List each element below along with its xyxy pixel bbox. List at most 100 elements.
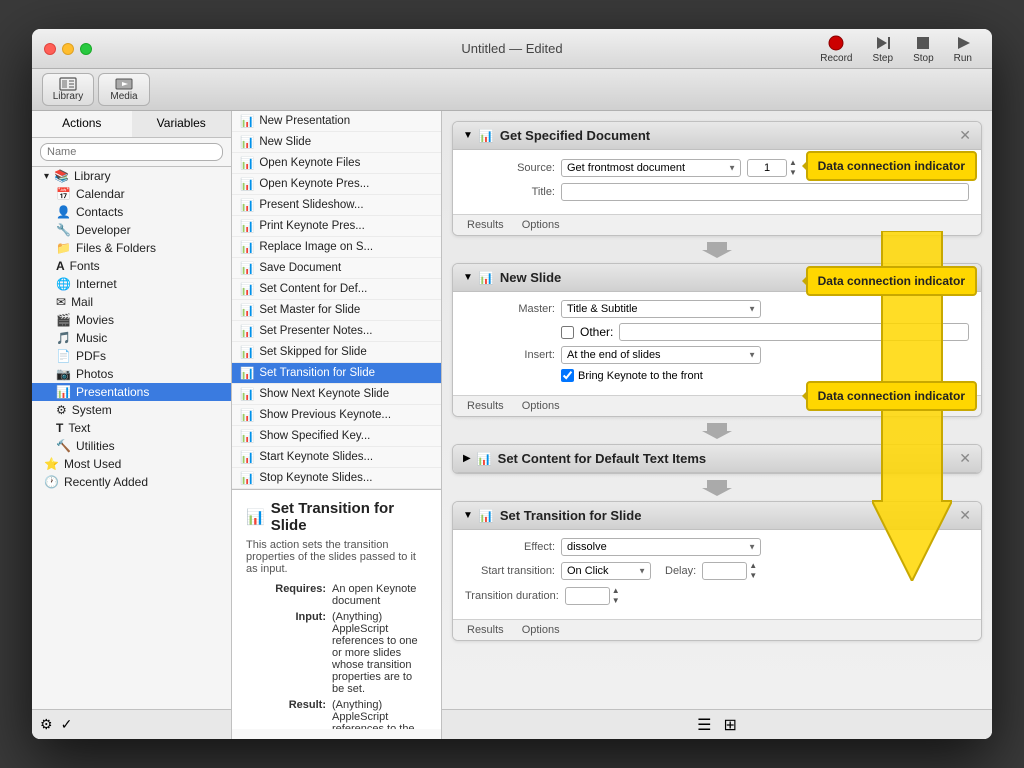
card4-start-select[interactable]: On Click xyxy=(561,562,651,580)
tree-item-music[interactable]: 🎵 Music xyxy=(32,329,231,347)
tree-item-utilities[interactable]: 🔨 Utilities xyxy=(32,437,231,455)
workflow-list-icon[interactable]: ☰ xyxy=(697,715,711,735)
action-item-show-next[interactable]: 📊 Show Next Keynote Slide xyxy=(232,384,441,405)
card4-options-tab[interactable]: Options xyxy=(518,623,564,637)
delay-down[interactable]: ▼ xyxy=(749,571,757,581)
desc-requires-row: Requires: An open Keynote document xyxy=(246,583,427,607)
presentations-icon: 📊 xyxy=(56,385,71,399)
action-item-open-files[interactable]: 📊 Open Keynote Files xyxy=(232,153,441,174)
step-button[interactable]: Step xyxy=(864,32,901,66)
action-item-set-master[interactable]: 📊 Set Master for Slide xyxy=(232,300,441,321)
card2-master-select[interactable]: Title & Subtitle xyxy=(561,300,761,318)
tree-item-text[interactable]: T Text xyxy=(32,419,231,437)
sidebar-footer: ⚙ ✓ xyxy=(32,709,231,739)
action-item-show-prev[interactable]: 📊 Show Previous Keynote... xyxy=(232,405,441,426)
action-item-label: Set Skipped for Slide xyxy=(259,346,366,358)
action-item-print[interactable]: 📊 Print Keynote Pres... xyxy=(232,216,441,237)
card-expand-icon[interactable]: ▼ xyxy=(463,130,473,141)
library-button[interactable]: Library xyxy=(42,73,94,106)
tree-item-most-used[interactable]: ⭐ Most Used xyxy=(32,455,231,473)
tree-item-developer[interactable]: 🔧 Developer xyxy=(32,221,231,239)
card1-results-tab[interactable]: Results xyxy=(463,218,508,232)
card3-expand-icon[interactable]: ▶ xyxy=(463,453,471,464)
tree-label: Internet xyxy=(76,277,117,291)
workflow-grid-icon[interactable]: ⊞ xyxy=(723,715,736,735)
card2-other-checkbox[interactable] xyxy=(561,326,574,339)
tab-variables[interactable]: Variables xyxy=(132,111,232,137)
action-item-label: Save Document xyxy=(259,262,341,274)
action-item-new-slide[interactable]: 📊 New Slide xyxy=(232,132,441,153)
card1-number-input[interactable] xyxy=(747,159,787,177)
tree-item-contacts[interactable]: 👤 Contacts xyxy=(32,203,231,221)
action-item-icon: 📊 xyxy=(240,198,254,212)
action-item-label: Open Keynote Files xyxy=(259,157,360,169)
duration-down[interactable]: ▼ xyxy=(612,596,620,606)
action-item-set-notes[interactable]: 📊 Set Presenter Notes... xyxy=(232,321,441,342)
card4-icon: 📊 xyxy=(479,509,494,523)
action-item-open-pres[interactable]: 📊 Open Keynote Pres... xyxy=(232,174,441,195)
card2-bring-label: Bring Keynote to the front xyxy=(561,369,703,382)
tree-label: Contacts xyxy=(76,205,123,219)
check-icon[interactable]: ✓ xyxy=(61,716,73,733)
stop-button[interactable]: Stop xyxy=(905,32,942,66)
card2-master-wrapper: Title & Subtitle xyxy=(561,300,761,318)
action-item-label: Open Keynote Pres... xyxy=(259,178,369,190)
developer-icon: 🔧 xyxy=(56,223,71,237)
card2-options-tab[interactable]: Options xyxy=(518,399,564,413)
card4-effect-select[interactable]: dissolve xyxy=(561,538,761,556)
tree-item-library[interactable]: ▾ 📚 Library xyxy=(32,167,231,185)
maximize-button[interactable] xyxy=(80,43,92,55)
action-item-new-presentation[interactable]: 📊 New Presentation xyxy=(232,111,441,132)
card1-options-tab[interactable]: Options xyxy=(518,218,564,232)
delay-up[interactable]: ▲ xyxy=(749,561,757,571)
tree-item-presentations[interactable]: 📊 Presentations xyxy=(32,383,231,401)
card1-source-select[interactable]: Get frontmost document xyxy=(561,159,741,177)
card2-insert-select[interactable]: At the end of slides xyxy=(561,346,761,364)
card4-delay-input[interactable]: 2.00 xyxy=(702,562,747,580)
media-button[interactable]: Media xyxy=(98,73,150,106)
action-item-show-specified[interactable]: 📊 Show Specified Key... xyxy=(232,426,441,447)
card4-results-tab[interactable]: Results xyxy=(463,623,508,637)
action-item-icon: 📊 xyxy=(240,450,254,464)
card2-expand-icon[interactable]: ▼ xyxy=(463,272,473,283)
tree-item-files[interactable]: 📁 Files & Folders xyxy=(32,239,231,257)
tree-item-photos[interactable]: 📷 Photos xyxy=(32,365,231,383)
tree-item-movies[interactable]: 🎬 Movies xyxy=(32,311,231,329)
tree-item-system[interactable]: ⚙ System xyxy=(32,401,231,419)
tree-item-pdfs[interactable]: 📄 PDFs xyxy=(32,347,231,365)
media-label: Media xyxy=(110,91,137,102)
action-item-label: Show Previous Keynote... xyxy=(259,409,391,421)
tree-item-fonts[interactable]: A Fonts xyxy=(32,257,231,275)
card3-close-icon[interactable]: ✕ xyxy=(959,450,971,467)
action-item-replace[interactable]: 📊 Replace Image on S... xyxy=(232,237,441,258)
action-item-stop[interactable]: 📊 Stop Keynote Slides... xyxy=(232,468,441,489)
run-button[interactable]: Run xyxy=(946,32,980,66)
calendar-icon: 📅 xyxy=(56,187,71,201)
action-item-set-content[interactable]: 📊 Set Content for Def... xyxy=(232,279,441,300)
action-item-present[interactable]: 📊 Present Slideshow... xyxy=(232,195,441,216)
action-item-set-transition[interactable]: 📊 Set Transition for Slide xyxy=(232,363,441,384)
action-item-save[interactable]: 📊 Save Document xyxy=(232,258,441,279)
tree-label: Presentations xyxy=(76,385,149,399)
close-button[interactable] xyxy=(44,43,56,55)
card4-expand-icon[interactable]: ▼ xyxy=(463,510,473,521)
tree-item-mail[interactable]: ✉ Mail xyxy=(32,293,231,311)
tree-item-internet[interactable]: 🌐 Internet xyxy=(32,275,231,293)
main-area: Actions Variables ▾ 📚 Library 📅 Calendar… xyxy=(32,111,992,739)
gear-icon[interactable]: ⚙ xyxy=(40,716,53,733)
search-input[interactable] xyxy=(40,143,223,161)
action-item-set-skipped[interactable]: 📊 Set Skipped for Slide xyxy=(232,342,441,363)
tab-actions[interactable]: Actions xyxy=(32,111,132,137)
tree-item-calendar[interactable]: 📅 Calendar xyxy=(32,185,231,203)
card2-results-tab[interactable]: Results xyxy=(463,399,508,413)
tree-item-recently-added[interactable]: 🕐 Recently Added xyxy=(32,473,231,491)
duration-up[interactable]: ▲ xyxy=(612,586,620,596)
card2-bring-checkbox[interactable] xyxy=(561,369,574,382)
card4-close-icon[interactable]: ✕ xyxy=(959,507,971,524)
utilities-icon: 🔨 xyxy=(56,439,71,453)
card4-duration-input[interactable]: 1.50 xyxy=(565,587,610,605)
action-item-start[interactable]: 📊 Start Keynote Slides... xyxy=(232,447,441,468)
minimize-button[interactable] xyxy=(62,43,74,55)
record-button[interactable]: Record xyxy=(812,32,860,66)
card1-close-icon[interactable]: ✕ xyxy=(959,127,971,144)
